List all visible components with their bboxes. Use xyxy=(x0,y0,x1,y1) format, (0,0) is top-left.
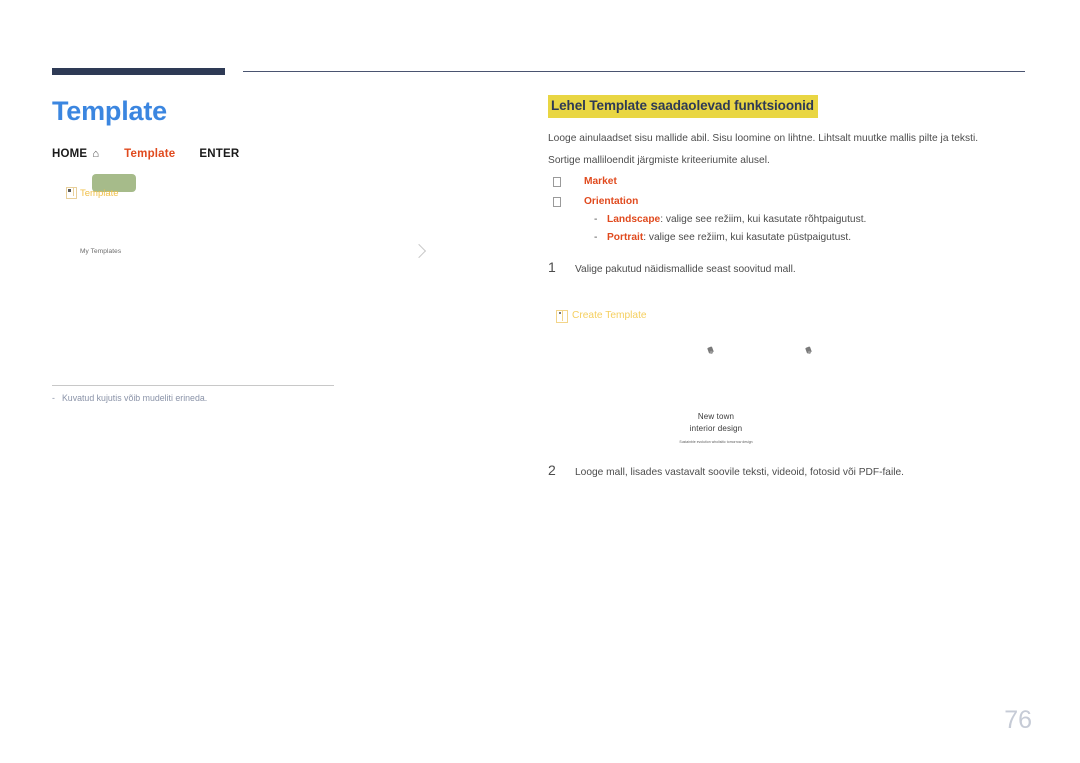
bullet-label-orientation: Orientation xyxy=(584,195,639,207)
pin-icon xyxy=(707,346,714,354)
breadcrumb-template-label: Template xyxy=(124,148,176,161)
my-templates-row[interactable]: My Templates xyxy=(80,244,470,259)
section-heading: Lehel Template saadaolevad funktsioonid xyxy=(548,95,818,118)
header-rule-thick xyxy=(52,68,225,75)
square-bullet-icon xyxy=(553,196,561,207)
left-column: Template HOME ⌂ Template ENTER Template … xyxy=(52,95,512,415)
sub-item-landscape-rest: : valige see režiim, kui kasutate rõhtpa… xyxy=(660,214,867,226)
chevron-right-icon[interactable] xyxy=(411,244,427,259)
my-templates-label: My Templates xyxy=(80,247,122,255)
step-item-1: 1 Valige pakutud näidismallide seast soo… xyxy=(548,258,1028,277)
footnote-divider xyxy=(52,385,334,386)
sub-item-portrait: - Portrait: valige see režiim, kui kasut… xyxy=(594,230,1028,245)
header-rule-thin xyxy=(243,71,1025,72)
device-template-tab[interactable]: Template xyxy=(66,187,119,200)
page-number: 76 xyxy=(1004,706,1032,734)
intro-paragraph-1: Looge ainulaadset sisu mallide abil. Sis… xyxy=(548,132,979,144)
create-template-button[interactable]: Create Template xyxy=(556,309,1028,323)
sub-item-landscape-term: Landscape xyxy=(607,214,661,226)
home-icon: ⌂ xyxy=(92,147,100,160)
step-text-2: Looge mall, lisades vastavalt soovile te… xyxy=(575,466,904,478)
template-doc-icon xyxy=(66,187,77,200)
footnote-dash: - xyxy=(52,393,55,403)
preview-title-line-2: interior design xyxy=(689,424,743,434)
sub-item-dash: - xyxy=(594,232,598,244)
sub-item-dash: - xyxy=(594,214,598,226)
bullet-item-orientation: Orientation xyxy=(548,195,1028,209)
sub-item-portrait-rest: : valige see režiim, kui kasutate püstpa… xyxy=(643,232,852,244)
square-bullet-icon xyxy=(553,176,561,187)
create-template-label: Create Template xyxy=(572,310,647,322)
page-title: Template xyxy=(52,96,167,126)
bullet-item-market: Market xyxy=(548,175,1028,189)
step-number-2: 2 xyxy=(548,461,556,478)
template-preview-canvas: New town interior design Sustainble evol… xyxy=(556,339,1020,449)
bullet-label-market: Market xyxy=(584,175,617,187)
device-template-tab-label: Template xyxy=(80,187,119,199)
pin-icon xyxy=(805,346,812,354)
breadcrumb-home-label: HOME xyxy=(52,148,88,161)
sub-item-portrait-term: Portrait xyxy=(607,232,644,244)
breadcrumb-enter-label: ENTER xyxy=(199,148,240,161)
step-text-1: Valige pakutud näidismallide seast soovi… xyxy=(575,263,796,275)
device-screen-mock: Template My Templates xyxy=(52,174,472,359)
step-item-2: 2 Looge mall, lisades vastavalt soovile … xyxy=(548,463,1028,480)
preview-caption: Sustainble evolution wholisitic tomorrow… xyxy=(679,439,753,444)
right-column: Lehel Template saadaolevad funktsioonid … xyxy=(548,95,1028,480)
breadcrumb: HOME ⌂ Template ENTER xyxy=(52,148,512,160)
step-number-1: 1 xyxy=(548,258,556,275)
sub-item-portrait-text: Portrait: valige see režiim, kui kasutat… xyxy=(607,230,851,245)
sub-item-landscape: - Landscape: valige see režiim, kui kasu… xyxy=(594,212,1028,227)
create-template-icon xyxy=(556,309,568,323)
preview-title-line-1: New town xyxy=(697,411,735,421)
preview-title-block: New town interior design Sustainble evol… xyxy=(556,411,876,444)
intro-paragraph-2: Sortige malliloendit järgmiste kriteeriu… xyxy=(548,154,770,166)
footnote-text: Kuvatud kujutis võib mudeliti erineda. xyxy=(61,393,208,403)
footnote: - Kuvatud kujutis võib mudeliti erineda. xyxy=(52,392,452,405)
sub-item-landscape-text: Landscape: valige see režiim, kui kasuta… xyxy=(607,212,866,227)
